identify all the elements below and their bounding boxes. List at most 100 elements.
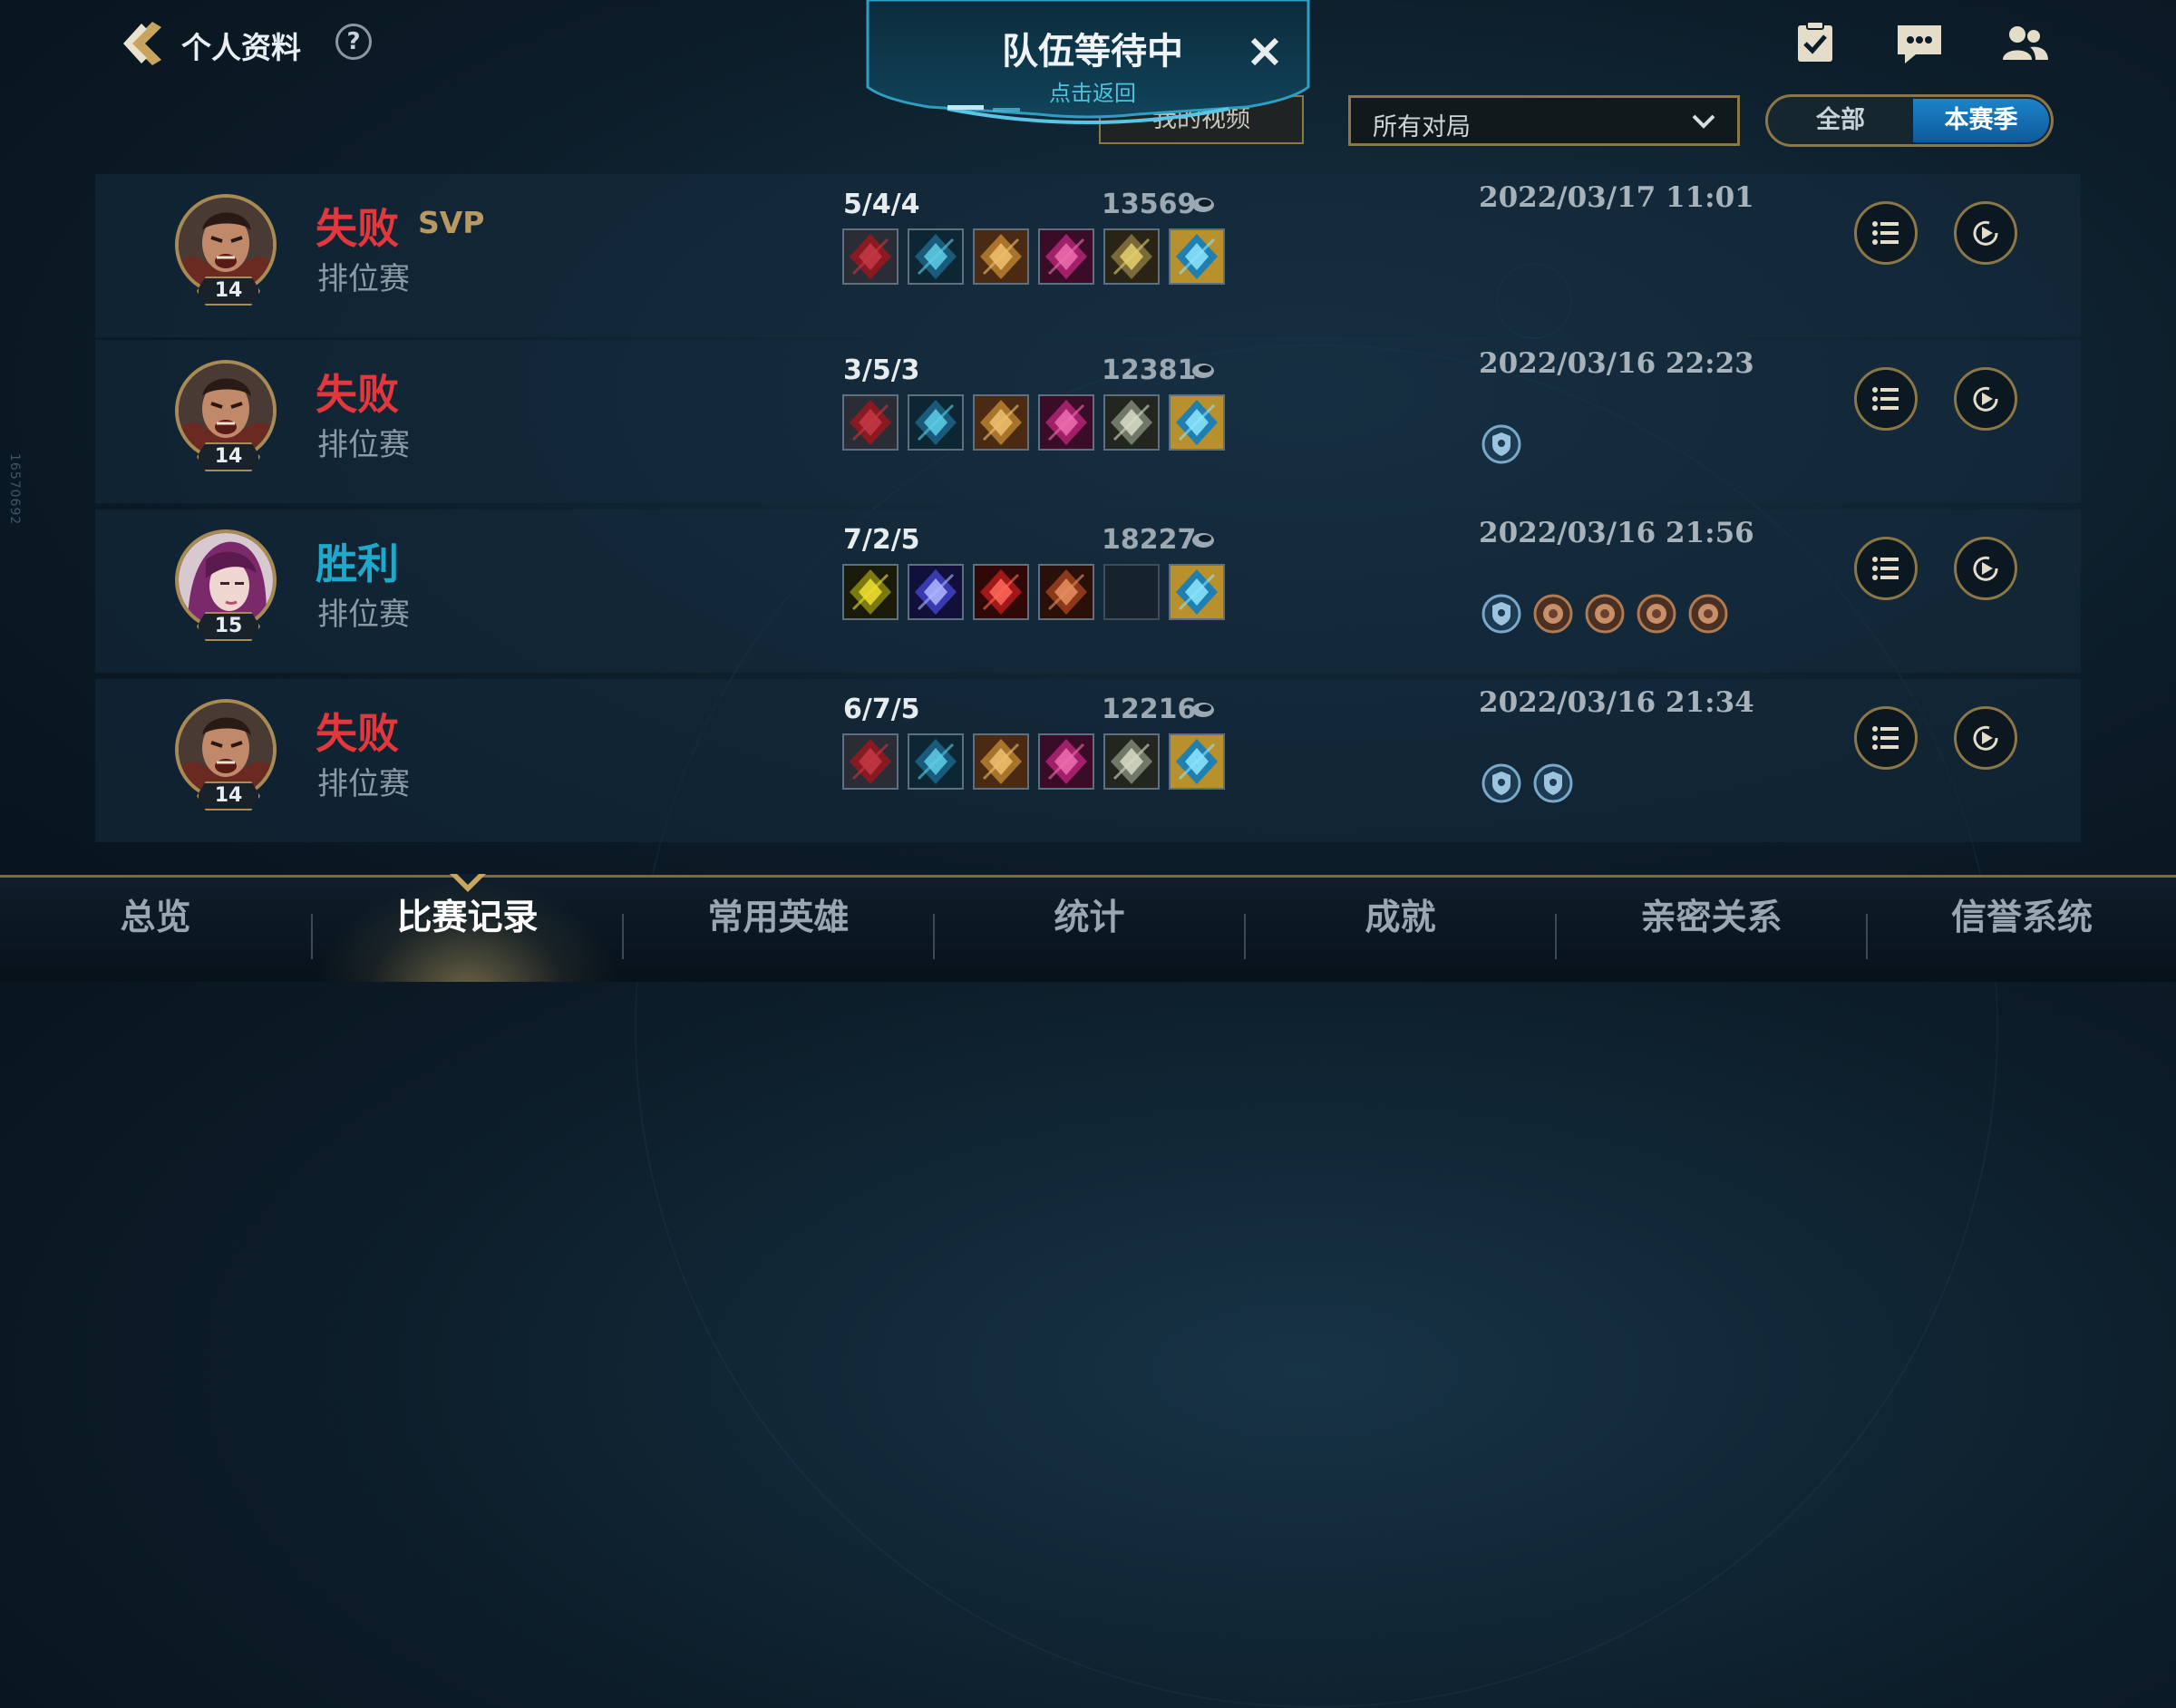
equipment-item-icon: [1038, 394, 1094, 451]
kda-score: 6/7/5: [843, 694, 920, 725]
side-id-text: 16570692: [7, 453, 22, 526]
tab-statistics[interactable]: 统计: [935, 878, 1244, 982]
battle-power: 18227: [1102, 524, 1197, 556]
match-row[interactable]: 14 失败 排位赛 3/5/3 12381 2022/03/16 22:23: [95, 340, 2081, 503]
queue-status-title: 队伍等待中: [1002, 31, 1183, 73]
match-mode: 排位赛: [317, 261, 410, 297]
equipment-item-icon: [1103, 733, 1160, 790]
queue-return-link[interactable]: 点击返回: [957, 75, 1229, 107]
hero-level-badge: 14: [197, 781, 260, 810]
season-toggle: 全部 本赛季: [1765, 94, 2054, 147]
blue-shield-badge-icon: [1481, 593, 1522, 635]
tab-common-heroes[interactable]: 常用英雄: [624, 878, 933, 982]
match-row[interactable]: 14 失败 SVP 排位赛 5/4/4 13569 2022/03/17 11:01: [95, 174, 2081, 337]
tab-achievements[interactable]: 成就: [1246, 878, 1555, 982]
dropdown-value: 所有对局: [1373, 113, 1471, 141]
hero-level-badge: 15: [197, 612, 260, 641]
match-row[interactable]: 14 失败排位赛 6/7/5 12216 2022/03/16 21:34: [95, 679, 2081, 842]
replay-play-icon: [1973, 386, 1998, 412]
equipment-item-icon: [973, 394, 1029, 451]
match-datetime: 2022/03/16 21:34: [1479, 686, 1754, 719]
match-detail-button[interactable]: [1854, 706, 1918, 770]
match-datetime: 2022/03/17 11:01: [1479, 181, 1754, 214]
match-mode: 排位赛: [317, 427, 410, 463]
bronze-medal-badge-icon: [1532, 593, 1574, 635]
match-replay-button[interactable]: [1954, 367, 2017, 431]
list-icon: [1872, 387, 1899, 411]
equipment-item-icon: [1038, 564, 1094, 620]
empty-item-slot: [1103, 564, 1160, 620]
equipment-item-icon: [842, 564, 899, 620]
match-mode: 排位赛: [317, 597, 410, 633]
battle-power: 13569: [1102, 189, 1197, 220]
tab-overview[interactable]: 总览: [0, 878, 311, 982]
blue-shield-badge-icon: [1532, 762, 1574, 804]
equipment-item-icon: [1169, 228, 1225, 285]
match-replay-button[interactable]: [1954, 537, 2017, 600]
equipment-item-icon: [908, 564, 964, 620]
match-result: 失败: [316, 204, 399, 253]
match-mode: 排位赛: [317, 766, 410, 802]
segment-all[interactable]: 全部: [1768, 97, 1913, 144]
tab-reputation[interactable]: 信誉系统: [1868, 878, 2176, 982]
equipment-item-icon: [1038, 228, 1094, 285]
match-detail-button[interactable]: [1854, 201, 1918, 265]
chevron-down-icon: [1692, 114, 1715, 129]
replay-play-icon: [1973, 220, 1998, 246]
list-icon: [1872, 221, 1899, 245]
equipment-item-icon: [1169, 564, 1225, 620]
equipment-item-icon: [1169, 733, 1225, 790]
battle-power-icon: [1192, 533, 1214, 548]
battle-power-icon: [1192, 703, 1214, 717]
equipment-item-icon: [1103, 394, 1160, 451]
segment-season[interactable]: 本赛季: [1913, 99, 2049, 142]
match-result: 胜利: [316, 539, 399, 588]
replay-play-icon: [1973, 556, 1998, 581]
bronze-medal-badge-icon: [1687, 593, 1729, 635]
match-replay-button[interactable]: [1954, 201, 2017, 265]
equipment-item-icon: [842, 733, 899, 790]
match-datetime: 2022/03/16 21:56: [1479, 517, 1754, 549]
tab-intimacy[interactable]: 亲密关系: [1557, 878, 1866, 982]
chat-message-icon[interactable]: [1892, 20, 1947, 67]
match-type-dropdown[interactable]: 所有对局: [1348, 95, 1740, 146]
back-arrow-icon[interactable]: [116, 18, 167, 69]
equipment-item-icon: [1103, 228, 1160, 285]
list-icon: [1872, 557, 1899, 580]
match-result: 失败: [316, 709, 399, 758]
equipment-item-icon: [1169, 394, 1225, 451]
battle-power-icon: [1192, 364, 1214, 378]
blue-shield-badge-icon: [1481, 762, 1522, 804]
hero-level-badge: 14: [197, 442, 260, 471]
equipment-item-icon: [908, 228, 964, 285]
kda-score: 3/5/3: [843, 354, 920, 386]
bronze-medal-badge-icon: [1584, 593, 1626, 635]
bottom-nav: 总览 比赛记录 常用英雄 统计 成就 亲密关系 信誉系统: [0, 875, 2176, 982]
svp-badge: SVP: [418, 205, 485, 240]
blue-shield-badge-icon: [1481, 423, 1522, 465]
match-detail-button[interactable]: [1854, 367, 1918, 431]
equipment-item-icon: [908, 733, 964, 790]
task-checklist-icon[interactable]: [1789, 20, 1843, 67]
match-datetime: 2022/03/16 22:23: [1479, 347, 1754, 380]
friends-icon[interactable]: [1997, 20, 2052, 67]
kda-score: 5/4/4: [843, 189, 920, 220]
equipment-item-icon: [973, 733, 1029, 790]
equipment-item-icon: [842, 394, 899, 451]
replay-play-icon: [1973, 725, 1998, 751]
close-icon[interactable]: [1246, 33, 1284, 71]
equipment-item-icon: [1038, 733, 1094, 790]
match-detail-button[interactable]: [1854, 537, 1918, 600]
bronze-medal-badge-icon: [1636, 593, 1677, 635]
equipment-item-icon: [973, 564, 1029, 620]
page-title: 个人资料: [181, 30, 301, 65]
equipment-item-icon: [842, 228, 899, 285]
match-replay-button[interactable]: [1954, 706, 2017, 770]
match-row[interactable]: 15 胜利 排位赛 7/2/5 18227 2022/03/16 21:56: [95, 509, 2081, 673]
equipment-item-icon: [973, 228, 1029, 285]
help-button[interactable]: ?: [335, 24, 372, 60]
battle-power: 12381: [1102, 354, 1197, 386]
battle-power: 12216: [1102, 694, 1197, 725]
battle-power-icon: [1192, 198, 1214, 212]
active-tab-pointer-icon: [450, 874, 486, 892]
